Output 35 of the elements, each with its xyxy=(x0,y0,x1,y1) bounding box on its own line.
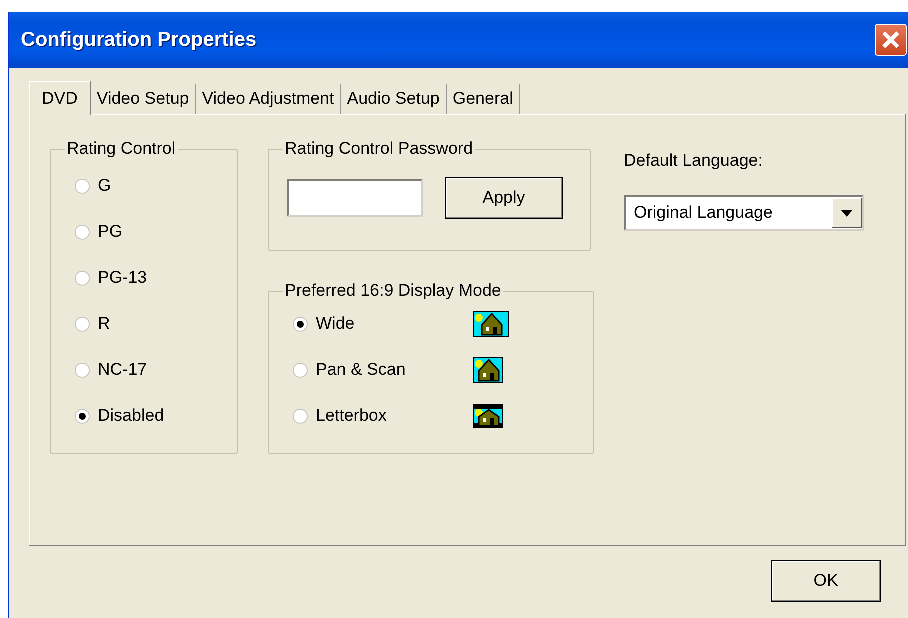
radio-option[interactable]: Wide xyxy=(293,301,473,347)
dropdown-button[interactable] xyxy=(832,198,862,228)
tab[interactable]: DVD xyxy=(29,81,91,115)
radio-button[interactable] xyxy=(293,316,308,332)
radio-option[interactable]: NC-17 xyxy=(75,347,237,393)
radio-option[interactable]: G xyxy=(75,163,237,209)
radio-option[interactable]: PG-13 xyxy=(75,255,237,301)
radio-button[interactable] xyxy=(75,316,90,332)
field-label: Default Language: xyxy=(624,151,764,171)
window-title: Configuration Properties xyxy=(21,28,257,52)
group-title: Rating Control xyxy=(66,139,177,159)
radio-button[interactable] xyxy=(75,224,90,240)
radio-button[interactable] xyxy=(293,408,308,424)
ok-button[interactable]: OK xyxy=(771,560,881,602)
language-dropdown[interactable]: Original Language xyxy=(624,195,864,231)
caret-icon xyxy=(841,210,853,216)
apply-button[interactable]: Apply xyxy=(445,177,563,219)
group-title: Rating Control Password xyxy=(284,139,474,159)
radio-button[interactable] xyxy=(75,362,90,378)
close-icon xyxy=(881,30,901,50)
house-icon xyxy=(473,311,509,337)
radio-option[interactable]: Letterbox xyxy=(293,393,473,439)
radio-option[interactable]: Disabled xyxy=(75,393,237,439)
password-field[interactable] xyxy=(287,179,423,217)
radio-option[interactable]: Pan & Scan xyxy=(293,347,473,393)
radio-button[interactable] xyxy=(75,178,90,194)
close-button[interactable] xyxy=(875,24,907,56)
radio-button[interactable] xyxy=(75,270,90,286)
house-icon xyxy=(473,357,503,383)
radio-button[interactable] xyxy=(293,362,308,378)
radio-button[interactable] xyxy=(75,408,90,424)
radio-option[interactable]: PG xyxy=(75,209,237,255)
house-icon xyxy=(473,404,503,428)
group-title: Preferred 16:9 Display Mode xyxy=(284,281,502,301)
radio-option[interactable]: R xyxy=(75,301,237,347)
